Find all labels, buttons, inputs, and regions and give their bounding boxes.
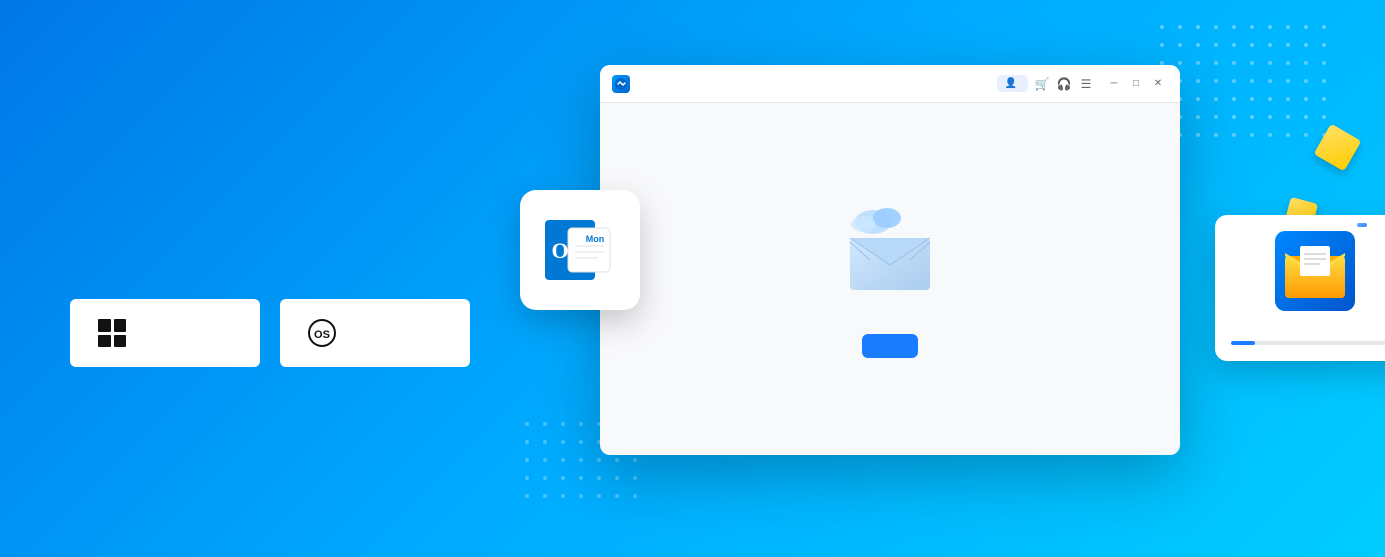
app-logo (612, 75, 630, 93)
pst-repair-text (1231, 323, 1385, 335)
cta-buttons: OS (70, 299, 470, 367)
email-3d-svg (835, 200, 945, 290)
repairit-logo-icon (614, 77, 628, 91)
app-window: 👤 🛒 🎧 ☰ ─ □ ✕ (600, 65, 1180, 455)
pst-repair-card (1215, 215, 1385, 361)
maximize-button[interactable]: □ (1126, 74, 1146, 94)
pst-progress-bar-bg (1231, 341, 1385, 345)
win-pane-3 (98, 335, 111, 348)
macos-svg: OS (308, 319, 336, 347)
email-illustration (835, 200, 945, 290)
login-button[interactable]: 👤 (997, 75, 1028, 92)
headset-icon[interactable]: 🎧 (1056, 76, 1072, 92)
outlook-icon-svg: Mon O (540, 210, 620, 290)
mac-icon: OS (308, 319, 336, 347)
hero-section: const dg = document.querySelector('.dot-… (0, 0, 1385, 557)
app-body (600, 103, 1180, 455)
menu-icon[interactable]: ☰ (1078, 76, 1094, 92)
pst-icon-area (1275, 231, 1355, 311)
window-controls: ─ □ ✕ (1104, 74, 1168, 94)
svg-text:O: O (551, 238, 568, 263)
outlook-icon-card: Mon O (520, 190, 640, 310)
hero-right-panel: 👤 🛒 🎧 ☰ ─ □ ✕ (540, 0, 1385, 557)
win-pane-4 (114, 335, 127, 348)
titlebar-actions: 👤 🛒 🎧 ☰ ─ □ ✕ (997, 74, 1168, 94)
app-titlebar: 👤 🛒 🎧 ☰ ─ □ ✕ (600, 65, 1180, 103)
pst-envelope-svg (1280, 241, 1350, 301)
svg-text:OS: OS (314, 329, 330, 341)
person-icon: 👤 (1005, 78, 1017, 89)
try-free-mac-button[interactable]: OS (280, 299, 470, 367)
windows-icon (98, 319, 126, 347)
select-file-button[interactable] (862, 334, 918, 358)
svg-text:Mon: Mon (586, 234, 605, 244)
main-title (70, 202, 470, 264)
hero-left-panel: OS (0, 150, 540, 408)
try-free-windows-button[interactable] (70, 299, 260, 367)
minimize-button[interactable]: ─ (1104, 74, 1124, 94)
close-button[interactable]: ✕ (1148, 74, 1168, 94)
pst-progress-bar-fill (1231, 341, 1255, 345)
pst-badge (1357, 223, 1367, 227)
win-pane-1 (98, 319, 111, 332)
cart-icon[interactable]: 🛒 (1034, 76, 1050, 92)
win-pane-2 (114, 319, 127, 332)
